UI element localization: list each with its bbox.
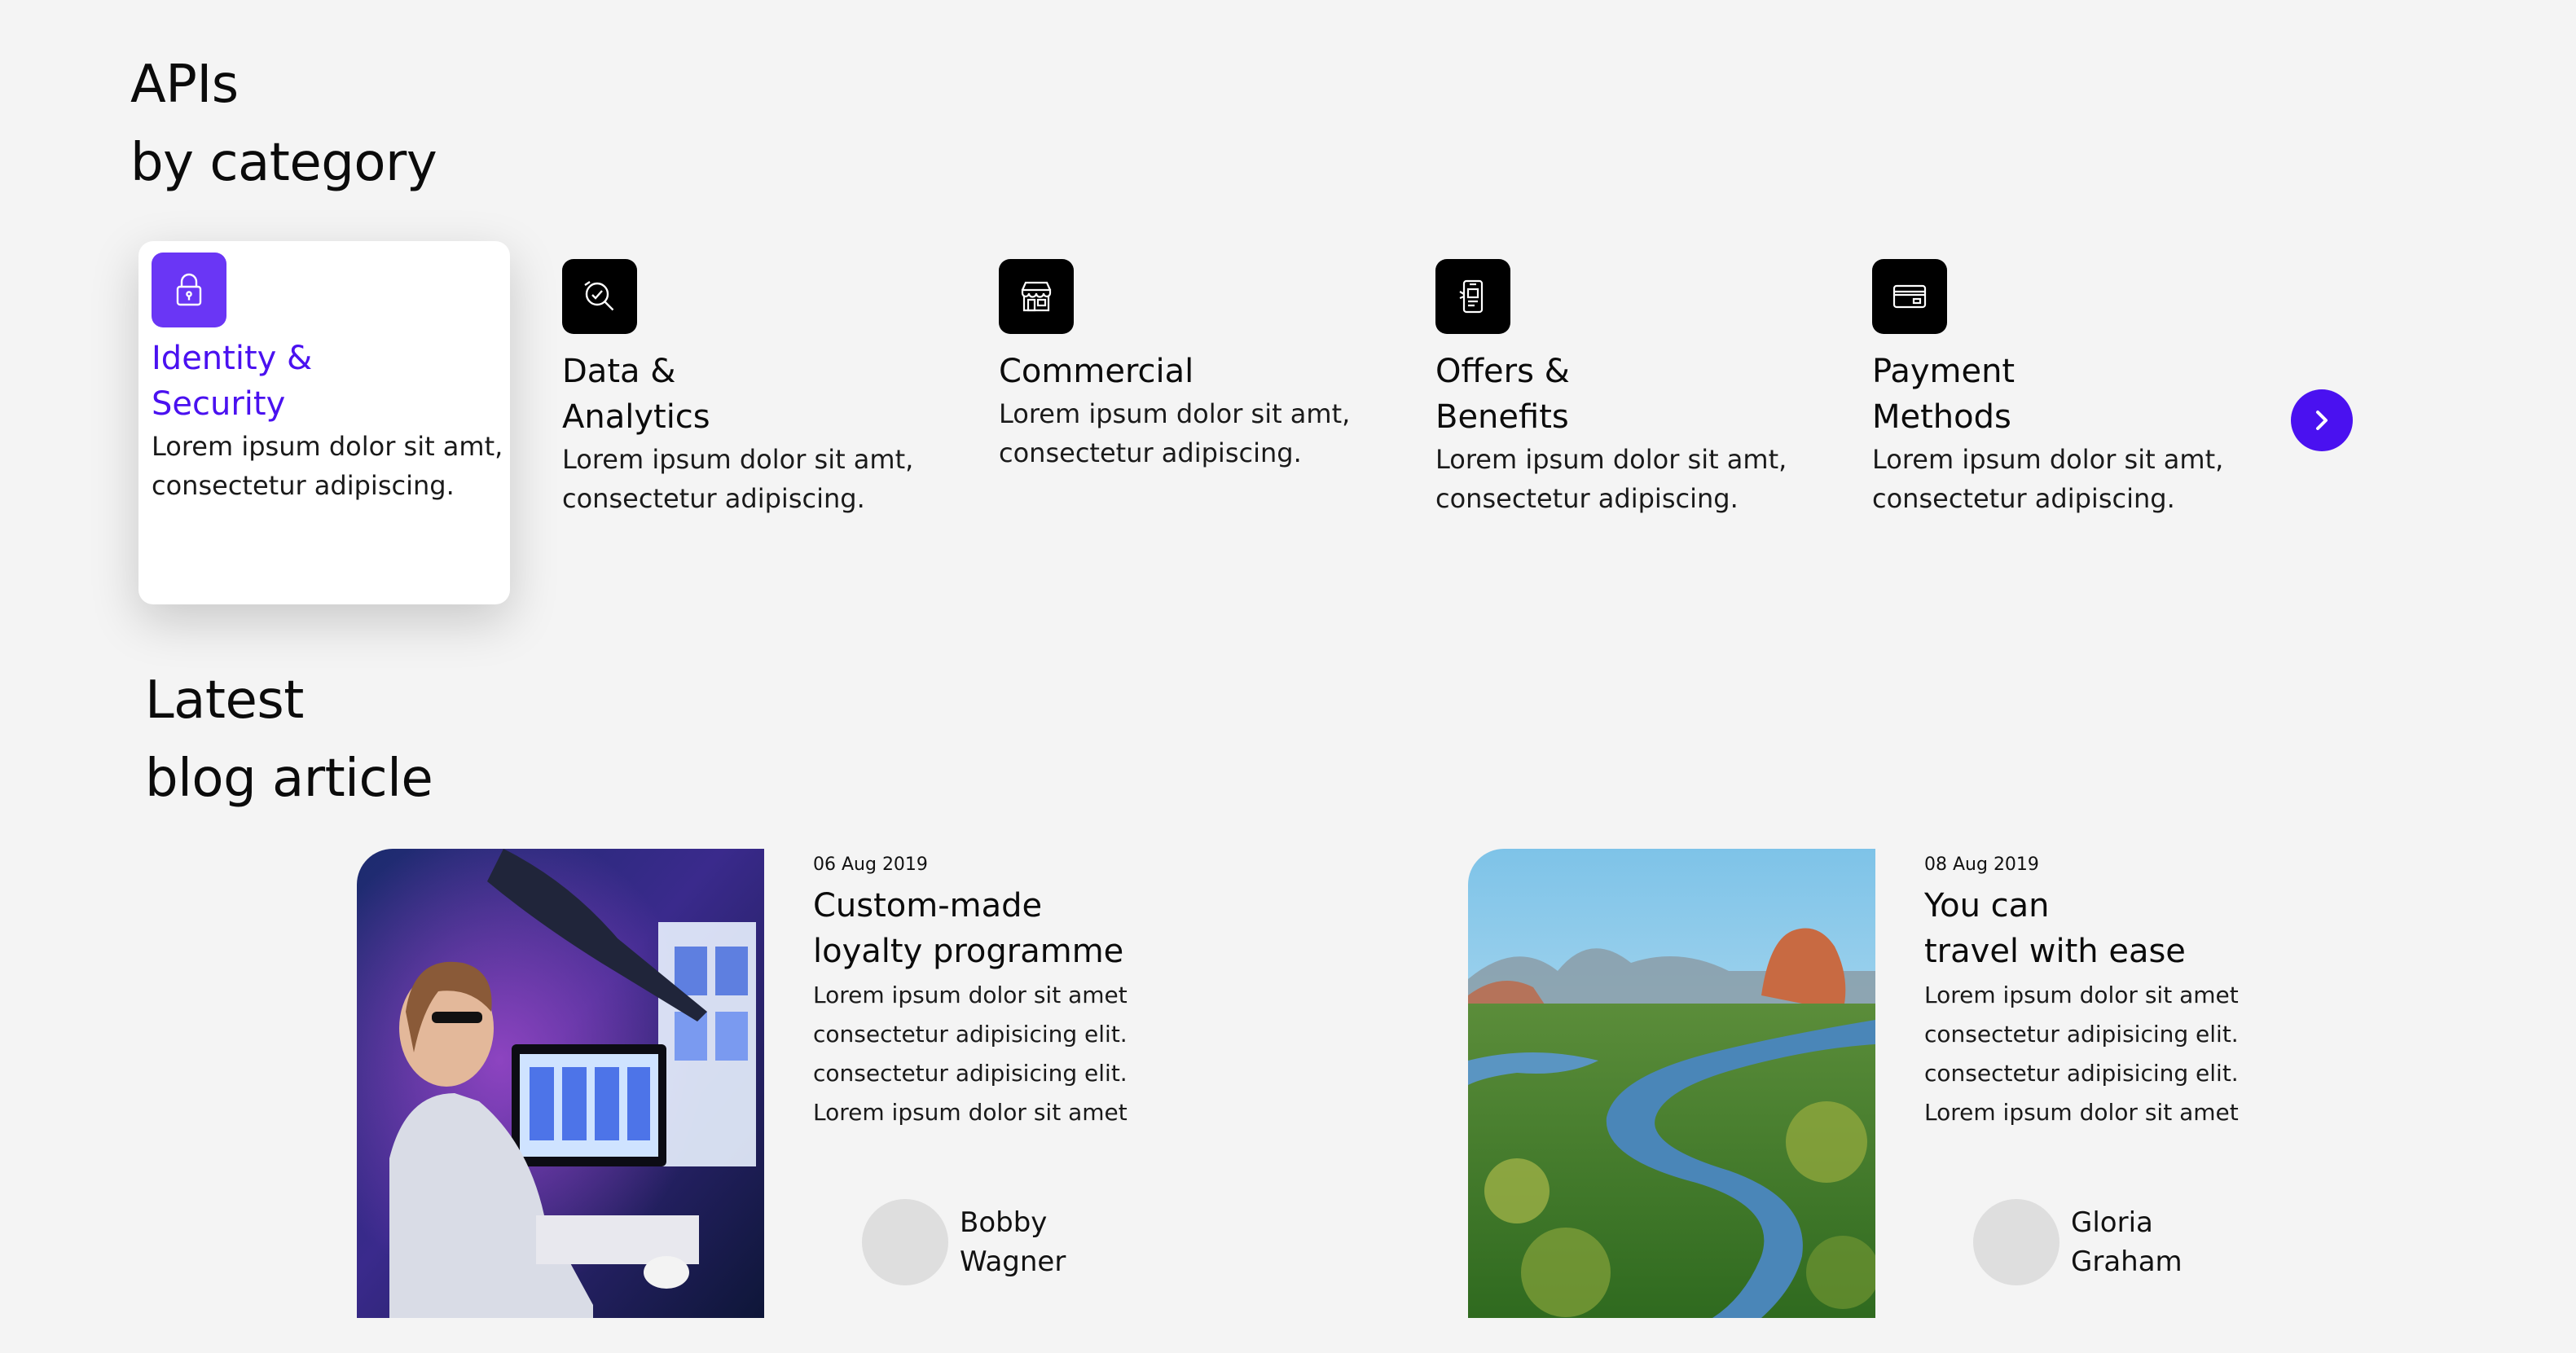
- river-landscape-photo[interactable]: [1468, 849, 1875, 1318]
- category-name: Offers & Benefits: [1435, 353, 1570, 436]
- person-at-computer-photo[interactable]: [357, 849, 764, 1318]
- carousel-next-button[interactable]: [2291, 389, 2353, 451]
- apis-title-line2: by category: [130, 133, 437, 193]
- category-description: Lorem ipsum dolor sit amt, consectetur a…: [999, 398, 1351, 468]
- category-card-offers-benefits[interactable]: Offers & Benefits Lorem ipsum dolor sit …: [1435, 259, 1810, 518]
- post-date: 06 Aug 2019: [813, 854, 928, 875]
- analytics-search-icon: [562, 259, 637, 334]
- blog-title-line1: Latest: [145, 670, 304, 731]
- category-card-payment-methods[interactable]: Payment Methods Lorem ipsum dolor sit am…: [1872, 259, 2247, 518]
- avatar: [862, 1199, 948, 1285]
- category-description: Lorem ipsum dolor sit amt, consectetur a…: [152, 431, 503, 501]
- category-card-commercial[interactable]: Commercial Lorem ipsum dolor sit amt, co…: [999, 259, 1374, 472]
- post-author: Gloria Graham: [1973, 1199, 2183, 1285]
- blog-section-title: Latest blog article: [145, 661, 433, 818]
- post-title[interactable]: You can travel with ease: [1924, 883, 2266, 974]
- category-description: Lorem ipsum dolor sit amt, consectetur a…: [1872, 444, 2224, 514]
- category-name: Identity & Security: [152, 340, 313, 423]
- author-name: Gloria Graham: [2071, 1206, 2183, 1278]
- blog-post-body: 08 Aug 2019 You can travel with ease Lor…: [1924, 849, 2266, 1132]
- category-name: Data & Analytics: [562, 353, 710, 436]
- post-excerpt: Lorem ipsum dolor sit amet consectetur a…: [1924, 982, 2239, 1126]
- apis-title-line1: APIs: [130, 55, 239, 115]
- category-card-identity-security[interactable]: Identity & Security Lorem ipsum dolor si…: [138, 241, 510, 604]
- category-description: Lorem ipsum dolor sit amt, consectetur a…: [1435, 444, 1787, 514]
- author-name: Bobby Wagner: [960, 1206, 1066, 1278]
- category-name: Commercial: [999, 353, 1194, 390]
- post-title[interactable]: Custom-made loyalty programme: [813, 883, 1155, 974]
- blog-post-card[interactable]: 08 Aug 2019 You can travel with ease Lor…: [1468, 849, 2283, 1318]
- post-excerpt: Lorem ipsum dolor sit amet consectetur a…: [813, 982, 1128, 1126]
- blog-post-body: 06 Aug 2019 Custom-made loyalty programm…: [813, 849, 1155, 1132]
- blog-post-card[interactable]: 06 Aug 2019 Custom-made loyalty programm…: [357, 849, 1172, 1318]
- lock-icon: [152, 253, 226, 327]
- storefront-icon: [999, 259, 1074, 334]
- mobile-offer-icon: [1435, 259, 1510, 334]
- chevron-right-icon: [2316, 411, 2328, 430]
- category-card-data-analytics[interactable]: Data & Analytics Lorem ipsum dolor sit a…: [562, 259, 937, 518]
- post-author: Bobby Wagner: [862, 1199, 1066, 1285]
- category-name: Payment Methods: [1872, 353, 2016, 436]
- post-date: 08 Aug 2019: [1924, 854, 2039, 875]
- category-description: Lorem ipsum dolor sit amt, consectetur a…: [562, 444, 914, 514]
- apis-section-title: APIs by category: [130, 46, 437, 202]
- avatar: [1973, 1199, 2059, 1285]
- blog-title-line2: blog article: [145, 749, 433, 809]
- credit-card-icon: [1872, 259, 1947, 334]
